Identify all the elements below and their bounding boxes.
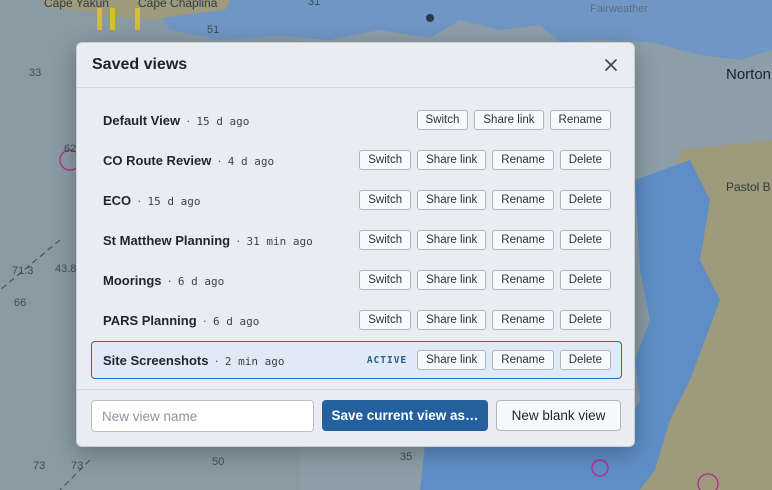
depth-sounding: 71.3 [12, 265, 34, 277]
saved-views-list: Default View · 15 d ago Switch Share link Ren… [91, 101, 622, 381]
switch-button[interactable]: Switch [359, 190, 412, 210]
separator: · [217, 153, 222, 168]
depth-sounding: 33 [29, 67, 42, 79]
view-age: 4 d ago [227, 155, 275, 168]
delete-button[interactable]: Delete [559, 350, 611, 370]
depth-sounding: 43.8 [55, 263, 77, 275]
map-place-label: Cape Yakun [44, 0, 109, 10]
view-actions: Switch Share link Rename Delete [359, 230, 611, 250]
view-name: Moorings · 6 d ago [103, 273, 224, 288]
view-age: 6 d ago [213, 315, 260, 328]
rename-button[interactable]: Rename [492, 190, 554, 210]
separator: · [137, 193, 142, 208]
saved-views-dialog: Saved views Default View · 15 d ago Switch S… [76, 42, 635, 447]
dialog-footer: Save current view as… New blank view [77, 389, 634, 446]
saved-view-row: PARS Planning · 6 d ago Switch Share link Ren… [91, 301, 622, 339]
saved-view-row: Site Screenshots · 2 min ago ACTIVE Share li… [91, 341, 622, 379]
view-actions: Switch Share link Rename [416, 110, 611, 130]
view-actions: Switch Share link Rename Delete [359, 310, 611, 330]
switch-button[interactable]: Switch [359, 270, 412, 290]
view-name: ECO · 15 d ago [103, 193, 201, 208]
share-link-button[interactable]: Share link [474, 110, 544, 130]
close-icon [605, 59, 617, 71]
switch-button[interactable]: Switch [416, 110, 469, 130]
depth-sounding: 51 [207, 24, 220, 36]
view-name: Default View · 15 d ago [103, 113, 249, 128]
delete-button[interactable]: Delete [559, 150, 611, 170]
rename-button[interactable]: Rename [492, 230, 554, 250]
view-name-label: Moorings [103, 273, 162, 288]
view-name: CO Route Review · 4 d ago [103, 153, 274, 168]
share-link-button[interactable]: Share link [417, 230, 487, 250]
map-place-label: Fairweather [590, 3, 649, 15]
rename-button[interactable]: Rename [492, 270, 554, 290]
view-age: 15 d ago [196, 115, 250, 128]
view-actions: Switch Share link Rename Delete [359, 270, 611, 290]
saved-view-row: Moorings · 6 d ago Switch Share link Rename De… [91, 261, 622, 299]
view-name: Site Screenshots · 2 min ago [103, 353, 284, 368]
separator: · [214, 353, 219, 368]
delete-button[interactable]: Delete [559, 230, 611, 250]
view-name-label: CO Route Review [103, 153, 212, 168]
delete-button[interactable]: Delete [559, 190, 611, 210]
delete-button[interactable]: Delete [559, 270, 611, 290]
view-actions: ACTIVE Share link Rename Delete [367, 350, 611, 370]
separator: · [186, 113, 191, 128]
saved-view-row: St Matthew Planning · 31 min ago Switch Shar… [91, 221, 622, 259]
dialog-header: Saved views [77, 43, 634, 88]
new-view-name-input[interactable] [91, 400, 314, 432]
share-link-button[interactable]: Share link [417, 190, 487, 210]
separator: · [167, 273, 172, 288]
switch-button[interactable]: Switch [359, 310, 412, 330]
view-age: 31 min ago [246, 235, 313, 248]
map-place-label: Cape Chaplina [138, 0, 218, 10]
separator: · [202, 313, 207, 328]
depth-sounding: 73 [71, 460, 84, 472]
saved-view-row: ECO · 15 d ago Switch Share link Rename Delete [91, 181, 622, 219]
view-age: 15 d ago [147, 195, 201, 208]
depth-sounding: 66 [14, 297, 27, 309]
view-name-label: PARS Planning [103, 313, 197, 328]
view-name-label: ECO [103, 193, 132, 208]
depth-sounding: 35 [400, 451, 413, 463]
active-badge: ACTIVE [366, 354, 408, 366]
rename-button[interactable]: Rename [492, 350, 554, 370]
view-name: PARS Planning · 6 d ago [103, 313, 259, 328]
rename-button[interactable]: Rename [492, 310, 554, 330]
view-name: St Matthew Planning · 31 min ago [103, 233, 313, 248]
depth-sounding: 73 [33, 460, 46, 472]
view-age: 6 d ago [177, 275, 225, 288]
delete-button[interactable]: Delete [559, 310, 611, 330]
depth-sounding: 31 [308, 0, 321, 8]
depth-sounding: 62 [64, 143, 77, 155]
view-name-label: Default View [103, 113, 181, 128]
share-link-button[interactable]: Share link [417, 310, 487, 330]
rename-button[interactable]: Rename [549, 110, 611, 130]
map-place-label: Norton [726, 66, 772, 83]
new-blank-view-button[interactable]: New blank view [496, 400, 621, 431]
depth-sounding: 50 [212, 456, 225, 468]
saved-view-row: Default View · 15 d ago Switch Share link Ren… [91, 101, 622, 139]
saved-view-row: CO Route Review · 4 d ago Switch Share link R… [91, 141, 622, 179]
save-current-view-button[interactable]: Save current view as… [322, 400, 488, 431]
view-actions: Switch Share link Rename Delete [359, 150, 611, 170]
share-link-button[interactable]: Share link [417, 350, 487, 370]
switch-button[interactable]: Switch [359, 230, 412, 250]
view-actions: Switch Share link Rename Delete [359, 190, 611, 210]
dialog-title: Saved views [92, 56, 188, 73]
share-link-button[interactable]: Share link [417, 150, 487, 170]
map-place-label: Pastol B [726, 180, 771, 194]
close-button[interactable] [602, 56, 620, 74]
rename-button[interactable]: Rename [492, 150, 554, 170]
separator: · [236, 233, 241, 248]
switch-button[interactable]: Switch [359, 150, 412, 170]
view-age: 2 min ago [224, 355, 285, 368]
view-name-label: Site Screenshots [103, 353, 209, 368]
share-link-button[interactable]: Share link [417, 270, 487, 290]
view-name-label: St Matthew Planning [103, 233, 231, 248]
